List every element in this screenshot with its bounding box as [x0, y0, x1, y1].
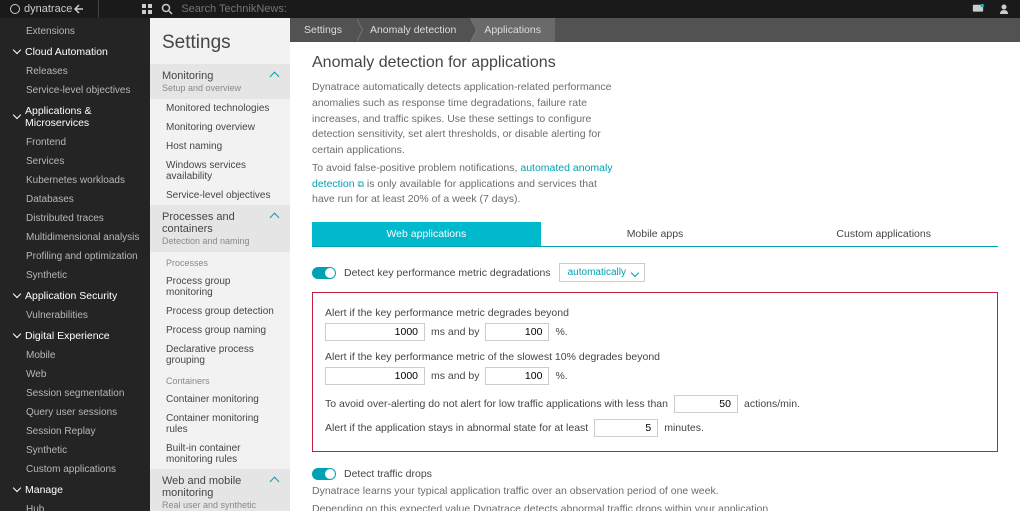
nav-item[interactable]: Profiling and optimization [0, 247, 150, 266]
input-pct1[interactable] [485, 323, 549, 341]
nav-item[interactable]: Releases [0, 62, 150, 81]
crumb-anomaly[interactable]: Anomaly detection [356, 18, 470, 42]
back-icon[interactable] [72, 3, 84, 15]
logo-icon [10, 4, 20, 14]
drops-desc1: Dynatrace learns your typical applicatio… [312, 484, 998, 500]
label-kpm: Detect key performance metric degradatio… [344, 267, 551, 279]
chevron-icon [271, 211, 278, 224]
subnav-item[interactable]: Process group naming [150, 321, 290, 340]
page-desc-1: Dynatrace automatically detects applicat… [312, 80, 622, 159]
logo[interactable]: dynatrace [10, 3, 72, 15]
subnav-item[interactable]: Built-in container monitoring rules [150, 439, 290, 469]
settings-subnav: Settings MonitoringSetup and overviewMon… [150, 18, 290, 511]
input-actions[interactable] [674, 395, 738, 413]
input-pct2[interactable] [485, 367, 549, 385]
nav-item[interactable]: Service-level objectives [0, 81, 150, 100]
search-icon[interactable] [161, 3, 173, 15]
subnav-item[interactable]: Service-level objectives [150, 186, 290, 205]
nav-item[interactable]: Query user sessions [0, 403, 150, 422]
nav-item[interactable]: Hub [0, 500, 150, 511]
nav-item[interactable]: Session Replay [0, 422, 150, 441]
breadcrumb: Settings Anomaly detection Applications [290, 18, 1020, 42]
dashboard-icon[interactable] [141, 3, 153, 15]
page-desc-2: To avoid false-positive problem notifica… [312, 161, 622, 208]
nav-group[interactable]: Digital Experience [0, 325, 150, 346]
nav-group[interactable]: Applications & Microservices [0, 100, 150, 133]
subnav-item[interactable]: Container monitoring [150, 390, 290, 409]
chevron-down-icon [14, 484, 20, 496]
subnav-title: Settings [150, 18, 290, 64]
brand-name: dynatrace [24, 3, 72, 15]
primary-nav: Extensions Cloud AutomationReleasesServi… [0, 18, 150, 511]
nav-item[interactable]: Multidimensional analysis [0, 228, 150, 247]
nav-group[interactable]: Cloud Automation [0, 41, 150, 62]
nav-item-extensions[interactable]: Extensions [0, 22, 150, 41]
chat-icon[interactable] [972, 3, 984, 15]
crumb-applications[interactable]: Applications [470, 18, 555, 42]
alert1-label: Alert if the key performance metric degr… [325, 307, 569, 319]
app-tabs: Web applications Mobile apps Custom appl… [312, 222, 998, 247]
nav-item[interactable]: Mobile [0, 346, 150, 365]
subnav-group[interactable]: Web and mobile monitoringReal user and s… [150, 469, 290, 511]
user-icon[interactable] [998, 3, 1010, 15]
nav-group[interactable]: Application Security [0, 285, 150, 306]
nav-item[interactable]: Synthetic [0, 266, 150, 285]
crumb-settings[interactable]: Settings [290, 18, 356, 42]
input-ms1[interactable] [325, 323, 425, 341]
threshold-box: Alert if the key performance metric degr… [312, 292, 998, 452]
input-ms2[interactable] [325, 367, 425, 385]
toggle-kpm[interactable] [312, 267, 336, 279]
input-minutes[interactable] [594, 419, 658, 437]
chevron-icon [271, 475, 278, 488]
subnav-item[interactable]: Monitored technologies [150, 99, 290, 118]
search-input[interactable] [181, 3, 321, 15]
tab-web[interactable]: Web applications [312, 222, 541, 246]
nav-item[interactable]: Kubernetes workloads [0, 171, 150, 190]
nav-item[interactable]: Session segmentation [0, 384, 150, 403]
nav-item[interactable]: Web [0, 365, 150, 384]
subnav-item[interactable]: Windows services availability [150, 156, 290, 186]
page-title: Anomaly detection for applications [312, 54, 998, 72]
nav-group[interactable]: Manage [0, 479, 150, 500]
subnav-item[interactable]: Declarative process grouping [150, 340, 290, 370]
nav-item[interactable]: Distributed traces [0, 209, 150, 228]
label-drops: Detect traffic drops [344, 468, 432, 480]
chevron-down-icon [14, 290, 20, 302]
alert2-label: Alert if the key performance metric of t… [325, 351, 660, 363]
nav-item[interactable]: Synthetic [0, 441, 150, 460]
nav-item[interactable]: Frontend [0, 133, 150, 152]
subnav-item[interactable]: Monitoring overview [150, 118, 290, 137]
chevron-down-icon [14, 330, 20, 342]
drops-desc2: Depending on this expected value Dynatra… [312, 502, 998, 511]
select-kpm-mode[interactable]: automatically [559, 263, 645, 282]
tab-custom[interactable]: Custom applications [769, 222, 998, 246]
nav-item[interactable]: Vulnerabilities [0, 306, 150, 325]
nav-item[interactable]: Databases [0, 190, 150, 209]
subnav-group[interactable]: Processes and containersDetection and na… [150, 205, 290, 252]
nav-item[interactable]: Services [0, 152, 150, 171]
subnav-item[interactable]: Process group detection [150, 302, 290, 321]
subnav-section-head: Containers [150, 370, 290, 390]
subnav-section-head: Processes [150, 252, 290, 272]
tab-mobile[interactable]: Mobile apps [541, 222, 770, 246]
chevron-down-icon [14, 46, 20, 58]
chevron-down-icon [14, 111, 20, 123]
chevron-icon [271, 70, 278, 83]
nav-item[interactable]: Custom applications [0, 460, 150, 479]
subnav-group[interactable]: MonitoringSetup and overview [150, 64, 290, 99]
subnav-item[interactable]: Host naming [150, 137, 290, 156]
subnav-item[interactable]: Container monitoring rules [150, 409, 290, 439]
toggle-drops[interactable] [312, 468, 336, 480]
subnav-item[interactable]: Process group monitoring [150, 272, 290, 302]
